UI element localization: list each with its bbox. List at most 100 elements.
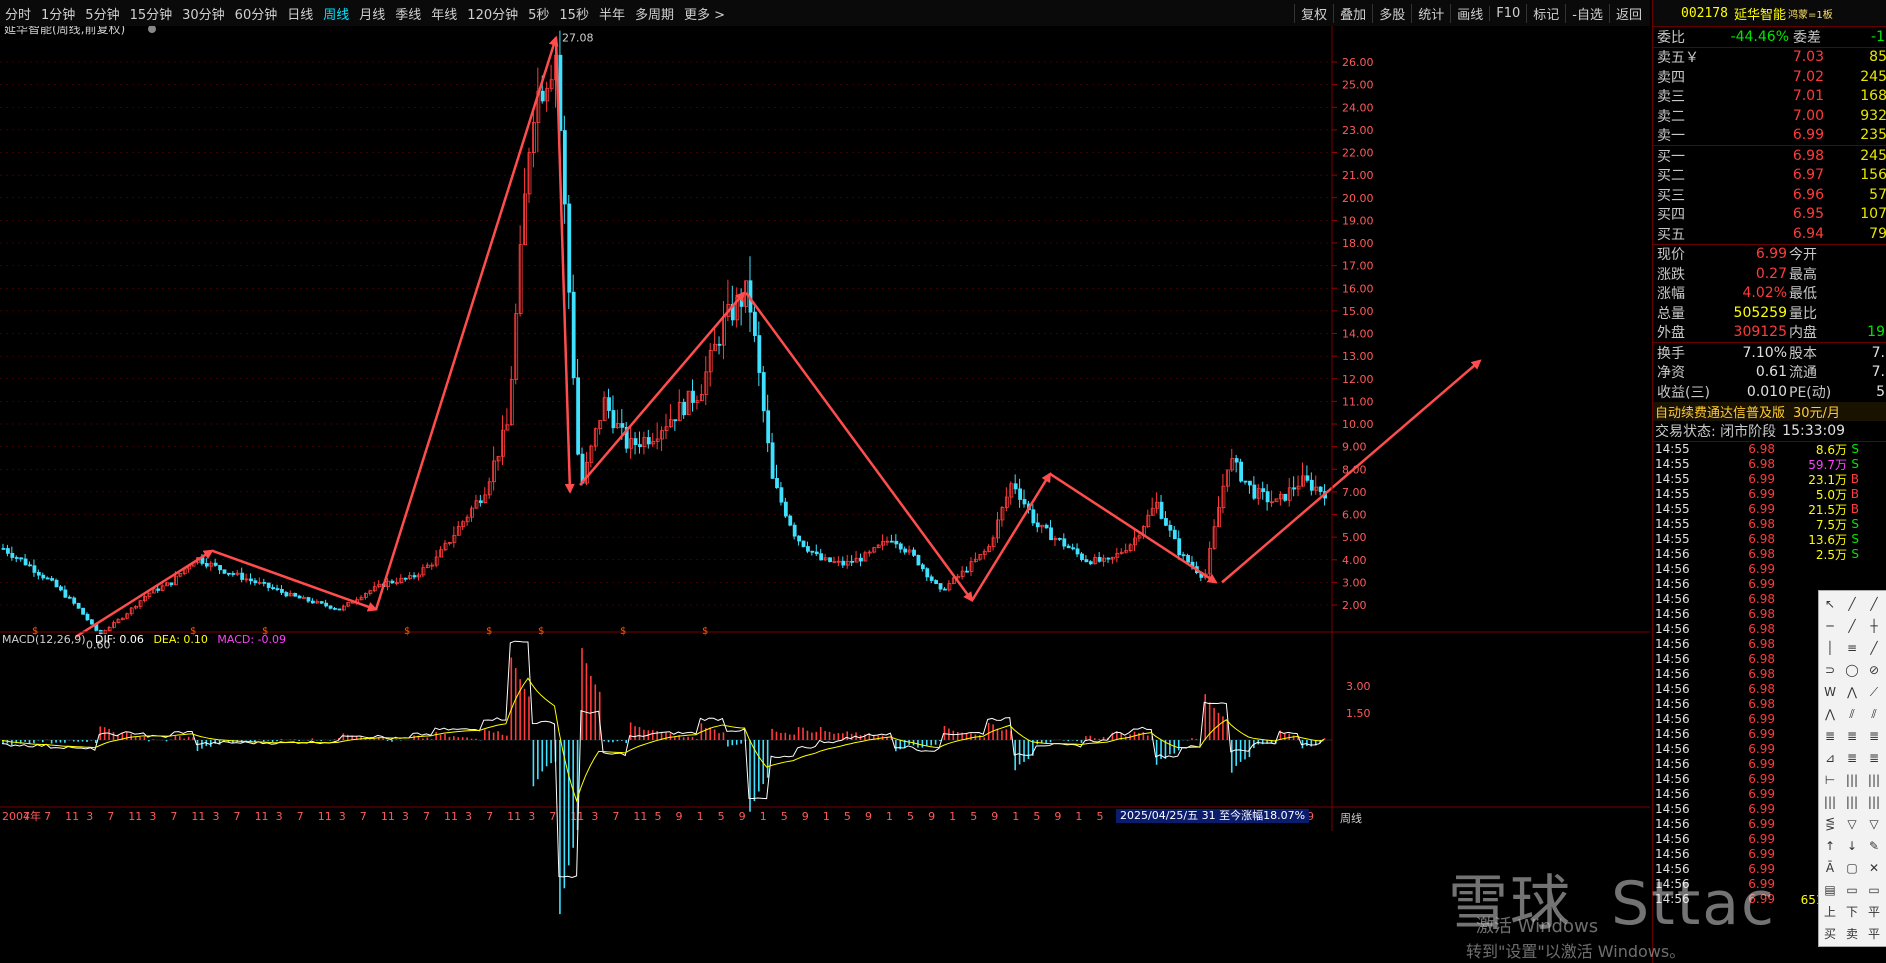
draw-tool-icon[interactable]: ╱ xyxy=(1865,595,1883,613)
draw-tool-icon[interactable]: ⋀ xyxy=(1821,705,1839,723)
x-tick-label: 5 xyxy=(654,810,661,823)
draw-tool-icon[interactable]: ▢ xyxy=(1843,859,1861,877)
draw-tool-icon[interactable]: ⋀ xyxy=(1843,683,1861,701)
bids-row[interactable]: 买二 6.97 156 xyxy=(1653,166,1886,186)
draw-tool-icon[interactable]: Ā xyxy=(1821,859,1839,877)
draw-tool-icon[interactable]: ↑ xyxy=(1821,837,1839,855)
candle-body xyxy=(912,549,916,556)
bids-row[interactable]: 买五 6.94 79 xyxy=(1653,224,1886,244)
draw-tool-icon[interactable]: ┼ xyxy=(1865,617,1883,635)
tab-period-7[interactable]: 周线 xyxy=(318,4,354,23)
tab-period-8[interactable]: 月线 xyxy=(354,4,390,23)
bids-row[interactable]: 买一 6.98 245 xyxy=(1653,146,1886,166)
draw-tool-icon[interactable]: 卖 xyxy=(1843,925,1861,943)
draw-tool-icon[interactable]: │ xyxy=(1821,639,1839,657)
draw-tool-icon[interactable]: ▭ xyxy=(1865,881,1883,899)
weibi-row: 委比 -44.46% 委差 -1 xyxy=(1657,28,1885,46)
asks-row[interactable]: 卖四 7.02 245 xyxy=(1653,67,1886,87)
tool-button-8[interactable]: 返回 xyxy=(1608,3,1648,23)
candle-body xyxy=(916,554,921,566)
draw-tool-icon[interactable]: ⫽ xyxy=(1865,705,1883,723)
draw-tool-icon[interactable]: ≣ xyxy=(1843,727,1861,745)
draw-tool-icon[interactable]: ✕ xyxy=(1865,859,1883,877)
draw-tool-icon[interactable]: ≣ xyxy=(1843,749,1861,767)
tab-period-13[interactable]: 15秒 xyxy=(554,4,594,23)
draw-tool-icon[interactable]: ⊘ xyxy=(1865,661,1883,679)
draw-tool-icon[interactable]: ||| xyxy=(1865,793,1883,811)
draw-tool-icon[interactable]: ⟋ xyxy=(1865,683,1883,701)
tool-button-0[interactable]: 复权 xyxy=(1294,3,1333,23)
candle-body xyxy=(717,343,722,346)
tab-period-12[interactable]: 5秒 xyxy=(523,4,554,23)
draw-tool-icon[interactable]: ≣ xyxy=(1821,727,1839,745)
draw-tool-icon[interactable]: ↓ xyxy=(1843,837,1861,855)
promo-price: 30元/月 xyxy=(1793,405,1840,421)
bids-row[interactable]: 买三 6.96 57 xyxy=(1653,185,1886,205)
asks-row[interactable]: 卖五￥ 7.03 85 xyxy=(1653,48,1886,68)
tab-period-16[interactable]: 更多 > xyxy=(679,4,730,23)
tab-period-15[interactable]: 多周期 xyxy=(630,4,679,23)
tool-button-2[interactable]: 多股 xyxy=(1372,3,1411,23)
draw-tool-icon[interactable]: ||| xyxy=(1843,771,1861,789)
draw-tool-icon[interactable]: W xyxy=(1821,683,1839,701)
draw-tool-icon[interactable]: ╱ xyxy=(1843,595,1861,613)
tool-button-5[interactable]: F10 xyxy=(1489,5,1526,21)
draw-tool-icon[interactable]: ◯ xyxy=(1843,661,1861,679)
tab-period-3[interactable]: 15分钟 xyxy=(125,4,178,23)
draw-tool-icon[interactable]: ▭ xyxy=(1843,881,1861,899)
draw-tool-icon[interactable]: ||| xyxy=(1821,793,1839,811)
draw-tool-icon[interactable]: ||| xyxy=(1843,793,1861,811)
draw-tool-icon[interactable]: 下 xyxy=(1843,903,1861,921)
draw-tool-icon[interactable]: ⫽ xyxy=(1843,705,1861,723)
tool-button-3[interactable]: 统计 xyxy=(1411,3,1450,23)
draw-tool-icon[interactable]: ⋚ xyxy=(1821,815,1839,833)
stat2-row: 净资 0.61 流通 7. xyxy=(1657,364,1885,382)
tool-button-4[interactable]: 画线 xyxy=(1450,3,1489,23)
candle-body xyxy=(1088,561,1093,565)
draw-tool-icon[interactable]: ↖ xyxy=(1821,595,1839,613)
draw-tool-icon[interactable]: 买 xyxy=(1821,925,1839,943)
asks-row[interactable]: 卖三 7.01 168 xyxy=(1653,87,1886,107)
draw-tool-icon[interactable]: ╱ xyxy=(1843,617,1861,635)
draw-tool-icon[interactable]: ╱ xyxy=(1865,639,1883,657)
tab-period-4[interactable]: 30分钟 xyxy=(177,4,230,23)
asks-row[interactable]: 卖二 7.00 932 xyxy=(1653,106,1886,126)
draw-tool-icon[interactable]: 上 xyxy=(1821,903,1839,921)
tool-button-1[interactable]: 叠加 xyxy=(1333,3,1372,23)
tab-period-6[interactable]: 日线 xyxy=(282,4,318,23)
draw-tool-icon[interactable]: ▤ xyxy=(1821,881,1839,899)
draw-tool-icon[interactable]: ⊢ xyxy=(1821,771,1839,789)
tab-period-2[interactable]: 5分钟 xyxy=(80,4,124,23)
draw-tool-icon[interactable]: ⊿ xyxy=(1821,749,1839,767)
stat-row: 现价 6.99 今开 xyxy=(1657,246,1817,264)
draw-tool-icon[interactable]: 平 xyxy=(1865,925,1883,943)
draw-tool-icon[interactable]: ▽ xyxy=(1865,815,1883,833)
draw-tool-icon[interactable]: ▽ xyxy=(1843,815,1861,833)
draw-tool-icon[interactable]: 平 xyxy=(1865,903,1883,921)
draw-tool-icon[interactable]: ≡ xyxy=(1843,639,1861,657)
tool-button-6[interactable]: 标记 xyxy=(1526,3,1565,23)
asks-row[interactable]: 卖一 6.99 235 xyxy=(1653,126,1886,146)
draw-tool-icon[interactable]: ✎ xyxy=(1865,837,1883,855)
tab-period-5[interactable]: 60分钟 xyxy=(230,4,283,23)
y-tick-label: 4.00 xyxy=(1342,554,1367,567)
draw-tool-icon[interactable]: ||| xyxy=(1865,771,1883,789)
y-tick-label: 9.00 xyxy=(1342,441,1367,454)
draw-tool-icon[interactable]: ⊃ xyxy=(1821,661,1839,679)
tab-period-14[interactable]: 半年 xyxy=(594,4,630,23)
promo-row[interactable]: 自动续费通达信普及版 30元/月 xyxy=(1653,401,1886,421)
draw-tool-icon[interactable]: ≣ xyxy=(1865,749,1883,767)
tab-period-11[interactable]: 120分钟 xyxy=(462,4,523,23)
tool-button-7[interactable]: -自选 xyxy=(1565,3,1609,23)
candle-body xyxy=(775,478,779,489)
bids-row[interactable]: 买四 6.95 107 xyxy=(1653,205,1886,225)
tab-period-9[interactable]: 季线 xyxy=(390,4,426,23)
tab-period-10[interactable]: 年线 xyxy=(426,4,462,23)
candle-body xyxy=(1,548,6,550)
candlestick-chart[interactable]: 2.003.004.005.006.007.008.009.0010.0011.… xyxy=(0,26,1650,955)
tab-period-1[interactable]: 1分钟 xyxy=(36,4,80,23)
tab-period-0[interactable]: 分时 xyxy=(0,4,36,23)
draw-tool-icon[interactable]: ≣ xyxy=(1865,727,1883,745)
draw-tool-icon[interactable]: ─ xyxy=(1821,617,1839,635)
stock-tag: 鸿蒙=1板 xyxy=(1787,9,1833,21)
